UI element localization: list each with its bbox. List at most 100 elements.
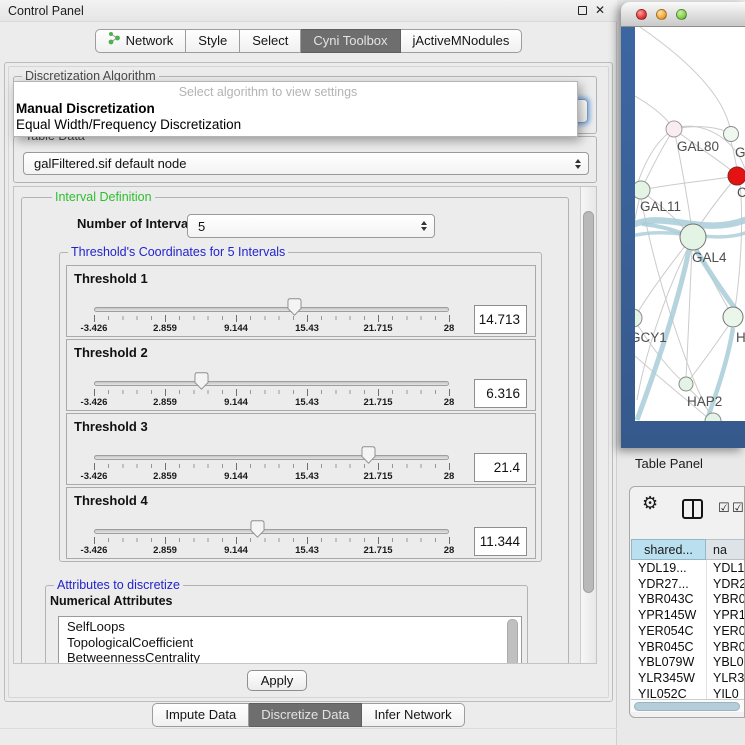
table-row[interactable]: YBL079WYBL0	[631, 655, 745, 671]
table-row[interactable]: YER054CYER0	[631, 624, 745, 640]
numerical-attributes-list: SelfLoops TopologicalCoefficient Between…	[58, 616, 522, 664]
float-window-icon[interactable]	[578, 6, 587, 15]
slider-minor-ticks	[94, 316, 451, 320]
network-node[interactable]	[724, 127, 739, 142]
scrollbar-thumb[interactable]	[634, 702, 740, 711]
threshold-1-slider-handle[interactable]	[287, 298, 302, 316]
popup-option-manual-discretization[interactable]: Manual Discretization	[16, 101, 155, 116]
threshold-4-slider-track[interactable]	[94, 529, 449, 534]
table-rows: YDL19...YDL1 YDR27... YDR2 YBR043CYBR0 YP…	[631, 560, 745, 699]
threshold-1-label: Threshold 1	[74, 271, 148, 286]
tab-impute-data[interactable]: Impute Data	[152, 703, 249, 727]
list-item[interactable]: TopologicalCoefficient	[59, 635, 521, 651]
network-edge[interactable]	[698, 181, 733, 228]
close-traffic-light-icon[interactable]	[636, 9, 647, 20]
threshold-3-slider-track[interactable]	[94, 455, 449, 460]
thresholds-group-label: Threshold's Coordinates for 5 Intervals	[68, 245, 288, 259]
major-tick	[378, 389, 379, 396]
threshold-1-slider-track[interactable]	[94, 307, 449, 312]
checked-checkbox-icon[interactable]: ☑	[732, 500, 744, 516]
zoom-traffic-light-icon[interactable]	[676, 9, 687, 20]
network-edge[interactable]	[640, 27, 730, 128]
list-item[interactable]: BetweennessCentrality	[59, 650, 521, 664]
column-header-shared[interactable]: shared...	[631, 539, 706, 560]
popup-option-equal-width-frequency[interactable]: Equal Width/Frequency Discretization	[16, 117, 241, 132]
threshold-1-panel: Threshold 1 -3.426 2.859 9.144 15.43 21.…	[66, 265, 536, 337]
cell-shared: YDR27...	[638, 577, 689, 593]
list-scrollbar[interactable]	[507, 619, 518, 664]
table-row[interactable]: YPR145WYPR1	[631, 608, 745, 624]
network-node[interactable]	[666, 121, 682, 137]
tab-discretize-data[interactable]: Discretize Data	[249, 703, 362, 727]
horizontal-scrollbar[interactable]	[631, 699, 745, 712]
network-node[interactable]	[635, 181, 650, 199]
table-row[interactable]: YLR345WYLR3	[631, 671, 745, 687]
scale-label: 2.859	[153, 471, 177, 482]
number-of-intervals-label: Number of Intervals	[77, 216, 199, 231]
mac-window-titlebar[interactable]	[621, 2, 745, 27]
table-row[interactable]: YIL052CYIL0	[631, 687, 745, 699]
threshold-4-slider-handle[interactable]	[250, 520, 265, 538]
major-tick	[94, 463, 95, 470]
major-tick	[449, 463, 450, 470]
network-edge[interactable]	[635, 96, 670, 124]
settings-scroll-area: Interval Definition Number of Intervals …	[13, 186, 597, 664]
network-node[interactable]	[635, 309, 642, 327]
cell-shared: YLR345W	[638, 671, 695, 687]
threshold-1-value-field[interactable]: 14.713	[474, 305, 527, 334]
node-label: HAP2	[687, 394, 722, 409]
threshold-3-value-field[interactable]: 21.4	[474, 453, 527, 482]
table-row[interactable]: YBR043CYBR0	[631, 592, 745, 608]
tab-infer-network-label: Infer Network	[374, 704, 451, 726]
threshold-2-slider-track[interactable]	[94, 381, 449, 386]
minimize-traffic-light-icon[interactable]	[656, 9, 667, 20]
threshold-2-value-field[interactable]: 6.316	[474, 379, 527, 408]
network-edge[interactable]	[735, 184, 742, 309]
table-row[interactable]: YDR27... YDR2	[631, 577, 745, 593]
tab-network[interactable]: Network	[95, 29, 187, 53]
table-data-combobox[interactable]: galFiltered.sif default node	[23, 152, 589, 175]
network-node[interactable]	[728, 167, 745, 185]
network-canvas[interactable]: GAL80GACGAL11GAL4GCY1HHAP2	[635, 27, 745, 421]
column-header-name[interactable]: na	[706, 539, 745, 560]
tab-infer-network[interactable]: Infer Network	[362, 703, 464, 727]
combo-arrows-icon	[575, 159, 581, 169]
threshold-3-slider-handle[interactable]	[361, 446, 376, 464]
list-item[interactable]: SelfLoops	[59, 617, 521, 635]
slider-minor-ticks	[94, 390, 451, 394]
network-edge[interactable]	[647, 177, 730, 189]
network-edge[interactable]	[637, 248, 688, 400]
major-tick	[307, 463, 308, 470]
numerical-attributes-label: Numerical Attributes	[50, 594, 172, 608]
network-node[interactable]	[680, 224, 706, 250]
tab-cyni-toolbox-label: Cyni Toolbox	[313, 30, 387, 52]
major-tick	[165, 389, 166, 396]
checked-checkbox-icon[interactable]: ☑	[718, 500, 730, 516]
network-edge[interactable]	[643, 129, 674, 186]
table-row[interactable]: YBR045CYBR0	[631, 640, 745, 656]
tab-select[interactable]: Select	[240, 29, 301, 53]
major-tick	[165, 463, 166, 470]
cell-name: YDR2	[713, 577, 745, 593]
network-node[interactable]	[679, 377, 693, 391]
threshold-2-slider-handle[interactable]	[194, 372, 209, 390]
thresholds-group: Threshold's Coordinates for 5 Intervals …	[59, 252, 542, 562]
number-of-intervals-combobox[interactable]: 5	[187, 214, 435, 238]
table-row[interactable]: YDL19...YDL1	[631, 561, 745, 577]
column-layout-icon[interactable]	[682, 499, 703, 519]
tab-cyni-toolbox[interactable]: Cyni Toolbox	[301, 29, 400, 53]
settings-vertical-scrollbar[interactable]	[580, 187, 596, 663]
network-node[interactable]	[723, 307, 743, 327]
cell-shared: YBR045C	[638, 640, 694, 656]
close-icon[interactable]: ✕	[595, 3, 605, 17]
threshold-4-value-field[interactable]: 11.344	[474, 527, 527, 556]
tab-jactivemnodules[interactable]: jActiveMNodules	[401, 29, 523, 53]
gear-icon[interactable]: ⚙	[642, 493, 658, 514]
scrollbar-thumb[interactable]	[583, 211, 594, 593]
node-label: GA	[735, 145, 745, 160]
divider	[0, 728, 617, 729]
right-workspace: GAL80GACGAL11GAL4GCY1HHAP2 Table Panel ⚙…	[617, 0, 745, 745]
tab-style[interactable]: Style	[186, 29, 240, 53]
cell-shared: YDL19...	[638, 561, 687, 577]
apply-button[interactable]: Apply	[247, 670, 307, 691]
